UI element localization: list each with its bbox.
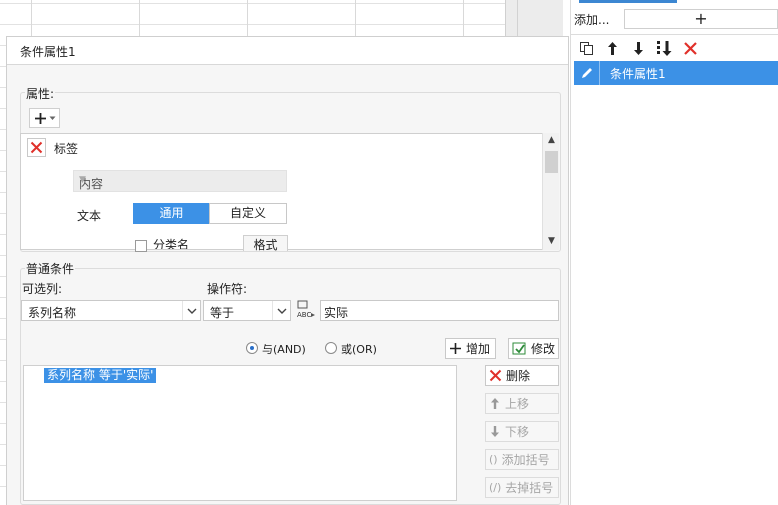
- remove-bracket-label: 去掉括号: [505, 481, 554, 495]
- chevron-down-icon: [272, 301, 290, 320]
- condition-list: 系列名称 等于'实际': [23, 365, 457, 501]
- scroll-up-arrow[interactable]: ▲: [546, 135, 557, 146]
- add-property-button[interactable]: [29, 108, 60, 128]
- radio-and[interactable]: [246, 342, 258, 354]
- add-condition-button[interactable]: 增加: [445, 338, 496, 359]
- delete-icon: [489, 369, 502, 382]
- properties-title: 属性:: [25, 85, 56, 102]
- svg-text:ABC: ABC: [297, 311, 311, 319]
- scroll-thumb[interactable]: [545, 151, 558, 173]
- modify-condition-label: 修改: [531, 342, 556, 356]
- radio-and-label: 与(AND): [262, 343, 306, 356]
- remove-bracket-icon: (∕): [489, 481, 502, 494]
- value-input[interactable]: 实际: [320, 300, 559, 321]
- edit-pencil-icon: [574, 61, 600, 85]
- add-condition-button[interactable]: +: [624, 9, 778, 29]
- property-scrollbar[interactable]: ▲ ▼: [542, 133, 559, 250]
- operator-label: 操作符:: [207, 282, 248, 296]
- move-up-button[interactable]: 上移: [485, 393, 559, 414]
- plus-icon: [34, 112, 46, 124]
- move-bottom-icon[interactable]: [656, 40, 673, 57]
- remove-property-button[interactable]: [27, 138, 46, 157]
- add-bracket-label: 添加括号: [501, 453, 550, 467]
- conditions-title: 普通条件: [25, 260, 76, 277]
- column-select-value: 系列名称: [28, 306, 77, 320]
- combo-caret-icon: ▼: [79, 175, 86, 185]
- segment-general[interactable]: 通用: [133, 203, 210, 224]
- arrow-up-icon[interactable]: [604, 40, 621, 57]
- column-label: 可选列:: [22, 282, 63, 296]
- condition-list-item[interactable]: 条件属性1: [574, 61, 778, 85]
- value-input-text: 实际: [324, 306, 349, 320]
- move-down-label: 下移: [505, 425, 530, 439]
- dialog-title-bar: 条件属性1: [7, 37, 568, 65]
- arrow-down-icon: [491, 426, 499, 437]
- panel-separator: [570, 34, 778, 35]
- add-label: 添加...: [574, 13, 610, 27]
- chevron-down-icon: [182, 301, 200, 320]
- active-tab-indicator: [579, 0, 677, 3]
- add-bracket-button[interactable]: () 添加括号: [485, 449, 559, 470]
- category-name-label: 分类名: [153, 238, 190, 249]
- segment-custom[interactable]: 自定义: [209, 203, 287, 224]
- add-condition-label: 增加: [466, 342, 491, 356]
- condition-item-label: 条件属性1: [610, 67, 666, 81]
- text-label: 文本: [77, 209, 102, 223]
- move-down-button[interactable]: 下移: [485, 421, 559, 442]
- radio-or-label: 或(OR): [341, 343, 377, 356]
- format-button[interactable]: 格式: [243, 235, 288, 251]
- property-label: 标签: [54, 142, 79, 156]
- dialog-title: 条件属性1: [20, 45, 76, 59]
- modify-condition-button[interactable]: 修改: [508, 338, 559, 359]
- chevron-down-icon: [49, 116, 55, 120]
- operator-select-value: 等于: [210, 306, 235, 320]
- move-up-label: 上移: [505, 397, 530, 411]
- operator-select[interactable]: 等于: [203, 300, 291, 321]
- condition-entry[interactable]: 系列名称 等于'实际': [44, 368, 157, 383]
- remove-bracket-button[interactable]: (∕) 去掉括号: [485, 477, 559, 498]
- copy-icon[interactable]: [578, 40, 595, 57]
- panel-toolbar: [578, 38, 699, 58]
- column-select[interactable]: 系列名称: [21, 300, 201, 321]
- category-name-checkbox[interactable]: [135, 240, 147, 252]
- value-type-icon[interactable]: ABC: [296, 299, 316, 319]
- delete-condition-button[interactable]: 删除: [485, 365, 559, 386]
- modify-icon: [512, 342, 526, 355]
- bracket-icon: (): [489, 453, 498, 466]
- close-icon: [30, 141, 43, 154]
- arrow-down-icon[interactable]: [630, 40, 647, 57]
- scroll-down-arrow[interactable]: ▼: [546, 236, 557, 247]
- plus-icon: [450, 343, 461, 354]
- radio-or[interactable]: [325, 342, 337, 354]
- arrow-up-icon: [491, 398, 499, 409]
- delete-condition-label: 删除: [506, 369, 531, 383]
- content-combo: 内容 ▼: [73, 170, 287, 192]
- delete-icon[interactable]: [682, 40, 699, 57]
